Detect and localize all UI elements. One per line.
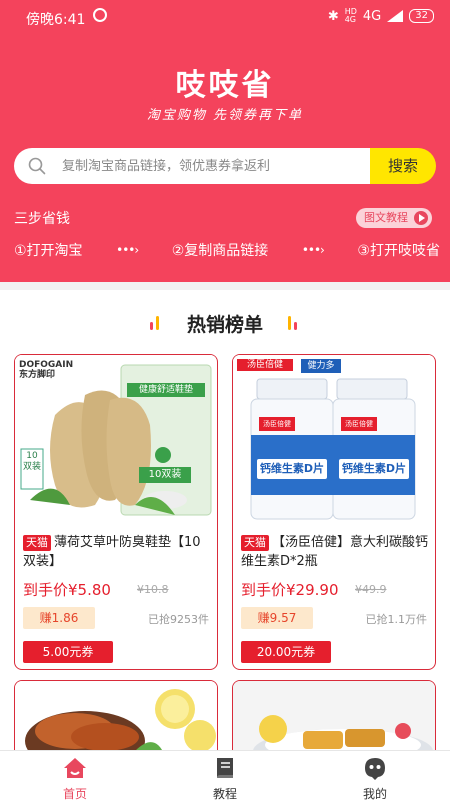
steps-title: 三步省钱 (14, 211, 70, 227)
bottle-brand: 汤臣倍健 (263, 420, 291, 428)
earn-badge: 赚1.86 (23, 607, 95, 629)
tab-home[interactable]: 首页 (0, 751, 150, 800)
coupon-button[interactable]: 20.00元券 (241, 641, 331, 663)
bottle-label: 钙维生素D片 (259, 462, 325, 475)
product-name: 天猫 【汤臣倍健】意大利碳酸钙维生素D*2瓶 (241, 533, 429, 571)
product-card[interactable] (232, 680, 436, 760)
signal-icon (387, 10, 404, 22)
product-image (233, 681, 435, 760)
tutorial-label: 图文教程 (364, 211, 408, 224)
product-card[interactable]: DOFOGAIN 东方脚印 健康舒适鞋垫 10双装 10双装 天猫 薄荷艾草叶防臭… (14, 354, 218, 670)
bottle-label: 钙维生素D片 (341, 462, 407, 475)
platform-badge: 天猫 (23, 535, 51, 551)
tab-label: 教程 (212, 787, 237, 800)
arrow-icon: •••› (116, 243, 139, 257)
search-box[interactable] (14, 148, 394, 184)
product-image (15, 681, 217, 760)
product-brand-logo: DOFOGAIN 东方脚印 (19, 360, 74, 380)
platform-badge: 天猫 (241, 535, 269, 551)
status-time: 傍晚6:41 (26, 12, 86, 28)
bluetooth-icon: ✱ (327, 8, 339, 24)
step-item: ③打开吱吱省 (357, 243, 440, 259)
sold-count: 已抢9253件 (148, 613, 209, 626)
brand-logo-text: 健力多 (307, 361, 335, 371)
network-label: 4G (362, 8, 382, 24)
tutorial-button[interactable]: 图文教程 (356, 208, 432, 228)
product-image: 汤臣倍健 健力多 汤臣倍健 汤臣倍健 钙维生素D片 钙维生素D片 (233, 355, 434, 527)
search-bar: 搜索 (14, 148, 436, 184)
title-decoration-icon (284, 316, 304, 330)
arrow-icon: •••› (301, 243, 325, 257)
product-card[interactable] (14, 680, 218, 760)
search-button[interactable]: 搜索 (370, 148, 436, 184)
side-badge: 10双装 (22, 451, 41, 472)
status-bar: 傍晚6:41 ✱ HD 4G 4G 32 (0, 0, 450, 34)
header-banner: 傍晚6:41 ✱ HD4G 4G 32 吱吱省 淘宝购物 先领券再下单 搜索 三… (0, 0, 450, 282)
package-label: 健康舒适鞋垫 (138, 385, 193, 395)
battery-icon: 32 (409, 9, 434, 23)
app-slogan: 淘宝购物 先领券再下单 (146, 108, 304, 123)
earn-badge: 赚9.57 (241, 607, 313, 629)
search-icon (28, 157, 46, 175)
bottom-tab-bar: 首页 教程 我的 (0, 750, 450, 800)
original-price: ¥10.8 (137, 583, 169, 596)
hot-list-title: 热销榜单 (186, 314, 263, 336)
product-title: 【汤臣倍健】意大利碳酸钙维生素D*2瓶 (241, 535, 429, 569)
alarm-icon (93, 8, 107, 22)
coupon-button[interactable]: 5.00元券 (23, 641, 113, 663)
product-image: DOFOGAIN 东方脚印 健康舒适鞋垫 10双装 10双装 (15, 355, 216, 527)
sold-count: 已抢1.1万件 (365, 613, 428, 626)
step-item: ①打开淘宝 (14, 243, 83, 259)
tab-tutorial[interactable]: 教程 (150, 751, 300, 800)
bottle-brand: 汤臣倍健 (345, 420, 373, 428)
original-price: ¥49.9 (355, 583, 387, 596)
tab-label: 首页 (62, 787, 87, 800)
play-icon (414, 211, 428, 225)
profile-icon (365, 758, 385, 780)
app-title: 吱吱省 (175, 68, 275, 103)
product-price: 到手价¥29.90 (241, 581, 339, 599)
steps-row: ①打开淘宝 •••› ②复制商品链接 •••› ③打开吱吱省 (14, 240, 440, 260)
book-icon (217, 758, 233, 778)
product-card[interactable]: 汤臣倍健 健力多 汤臣倍健 汤臣倍健 钙维生素D片 钙维生素D片 天猫 【汤臣倍健… (232, 354, 436, 670)
product-brand-logo: 汤臣倍健 (246, 360, 283, 370)
hot-list-section: 热销榜单 DOFOGAIN 东方脚印 健康舒适鞋垫 10双装 10双装 天猫 薄… (0, 290, 450, 760)
tab-profile[interactable]: 我的 (300, 751, 450, 800)
package-badge: 10双装 (148, 469, 182, 480)
product-name: 天猫 薄荷艾草叶防臭鞋垫【10双装】 (23, 533, 211, 571)
tab-label: 我的 (362, 787, 387, 800)
home-icon (64, 758, 86, 778)
search-input[interactable] (62, 148, 382, 184)
step-item: ②复制商品链接 (171, 243, 269, 259)
product-price: 到手价¥5.80 (23, 581, 111, 599)
network-type-icon: HD 4G (344, 7, 357, 24)
